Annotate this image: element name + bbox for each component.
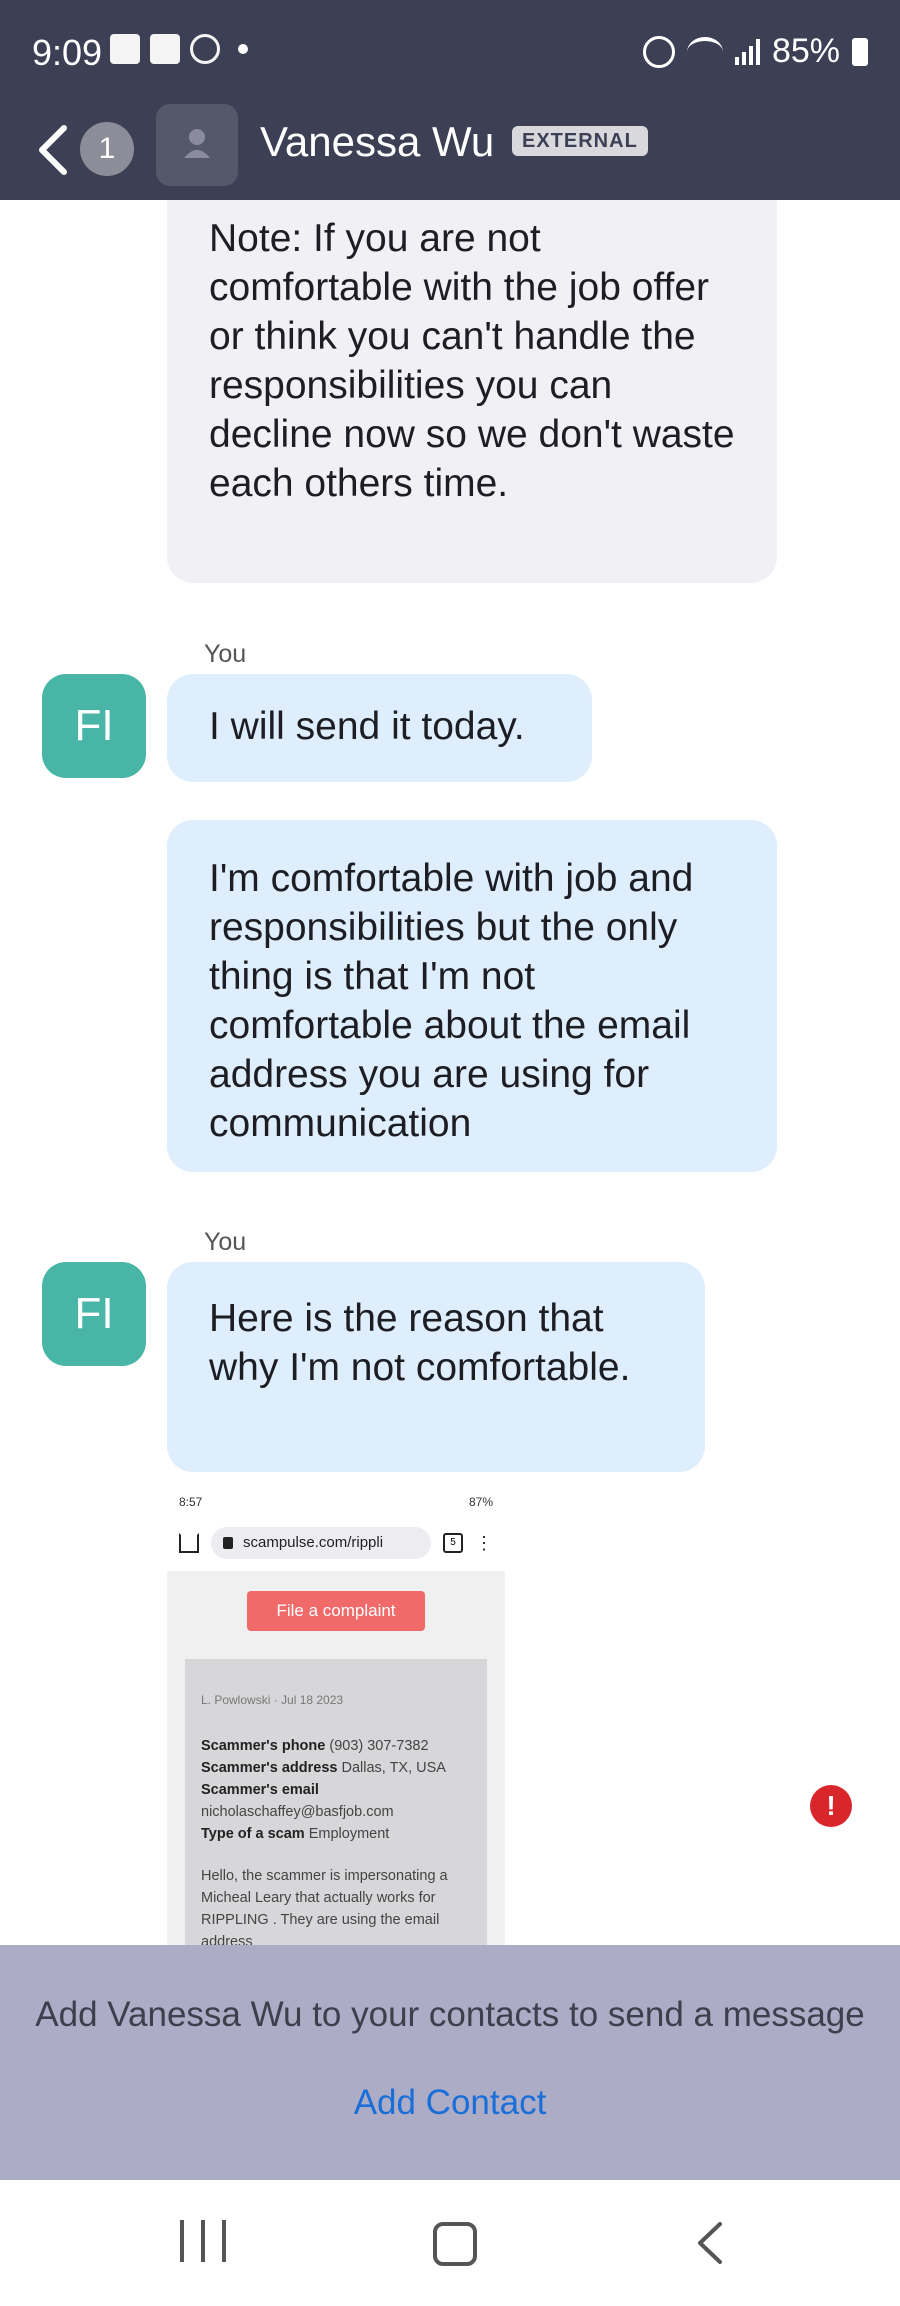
- home-button[interactable]: [433, 2222, 477, 2266]
- url-text: scampulse.com/rippli: [243, 1534, 384, 1551]
- sender-avatar[interactable]: FI: [42, 674, 146, 778]
- report-email: Scammer's email nicholaschaffey@basfjob.c…: [201, 1782, 394, 1820]
- status-time: 9:09: [32, 32, 103, 73]
- outlook-icon: [150, 34, 180, 64]
- notification-icons: [110, 34, 248, 64]
- report-body: Hello, the scammer is impersonating a Mi…: [201, 1868, 448, 1947]
- add-contact-button[interactable]: Add Contact: [0, 2083, 900, 2123]
- attachment-browser-bar: scampulse.com/rippli 5 ⋮: [167, 1515, 505, 1571]
- attachment-status-bar: 8:57 87%: [167, 1485, 505, 1515]
- more-icon: ⋮: [475, 1532, 493, 1553]
- battery-icon: [852, 37, 868, 66]
- unread-badge[interactable]: 1: [80, 122, 134, 176]
- attachment-url: scampulse.com/rippli: [211, 1527, 431, 1559]
- more-notifications-icon: [238, 44, 248, 54]
- report-author: L. Powlowski · Jul 18 2023: [201, 1693, 344, 1707]
- report-type: Type of a scam Employment: [201, 1826, 390, 1842]
- back-icon: [698, 2222, 722, 2264]
- back-button[interactable]: [28, 118, 88, 182]
- status-right: 85%: [642, 32, 868, 71]
- sender-label: You: [204, 1228, 247, 1256]
- outgoing-message[interactable]: Here is the reason that why I'm not comf…: [167, 1262, 705, 1472]
- incoming-message[interactable]: Note: If you are not comfortable with th…: [167, 200, 777, 583]
- battery-level: 85%: [771, 32, 840, 70]
- error-icon[interactable]: !: [810, 1785, 852, 1827]
- outgoing-message[interactable]: I'm comfortable with job and responsibil…: [167, 820, 777, 1172]
- whatsapp-icon: [190, 34, 220, 64]
- report-address: Scammer's address Dallas, TX, USA: [201, 1760, 446, 1776]
- attachment-status-time: 8:57: [179, 1495, 203, 1509]
- chevron-left-icon: [39, 125, 67, 175]
- report-phone: Scammer's phone (903) 307-7382: [201, 1738, 429, 1754]
- file-complaint-button: File a complaint: [247, 1591, 425, 1631]
- contact-name[interactable]: Vanessa Wu: [260, 118, 494, 166]
- sender-avatar[interactable]: FI: [42, 1262, 146, 1366]
- add-contact-message: Add Vanessa Wu to your contacts to send …: [35, 1995, 865, 2034]
- image-attachment[interactable]: 8:57 87% scampulse.com/rippli 5 ⋮ File a…: [167, 1485, 505, 1947]
- status-bar: 9:09 85%: [0, 0, 900, 100]
- system-nav-bar: [0, 2180, 900, 2306]
- sender-label: You: [204, 640, 247, 668]
- add-contact-panel: Add Vanessa Wu to your contacts to send …: [0, 1945, 900, 2180]
- signal-icon: [734, 38, 760, 65]
- system-back-button[interactable]: [690, 2220, 730, 2266]
- report-card: L. Powlowski · Jul 18 2023 Scammer's pho…: [185, 1659, 487, 1947]
- alarm-icon: [642, 35, 675, 68]
- home-icon: [179, 1533, 199, 1553]
- outgoing-message[interactable]: I will send it today.: [167, 674, 592, 782]
- external-badge: EXTERNAL: [512, 126, 648, 156]
- recents-button[interactable]: [180, 2220, 226, 2266]
- person-icon: [184, 129, 210, 158]
- lock-icon: [223, 1537, 233, 1549]
- chat-header: 1 Vanessa Wu EXTERNAL: [0, 100, 900, 200]
- gallery-icon: [110, 34, 140, 64]
- contact-avatar[interactable]: [156, 104, 238, 186]
- wifi-icon: [686, 36, 723, 67]
- top-bar: 9:09 85% 1 Vanessa Wu EXTERNAL: [0, 0, 900, 200]
- tabs-icon: 5: [443, 1533, 463, 1553]
- attachment-status-battery: 87%: [468, 1495, 493, 1509]
